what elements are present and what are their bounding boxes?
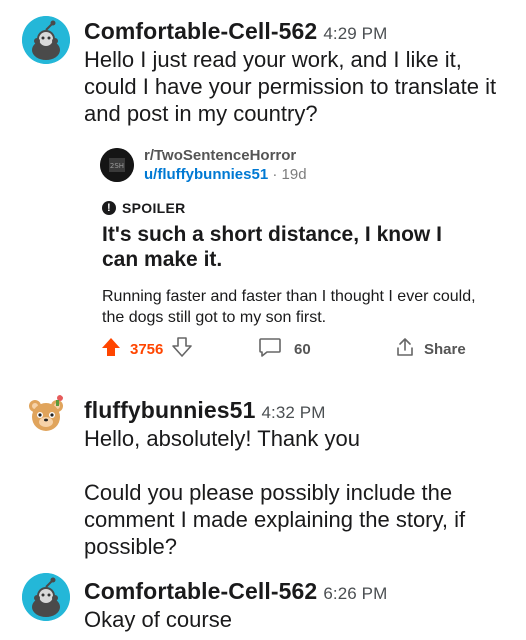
shared-post-card[interactable]: 2SH r/TwoSentenceHorror u/fluffybunnies5… xyxy=(84,138,494,368)
spoiler-tag: ! SPOILER xyxy=(102,200,186,216)
post-age-separator: · xyxy=(272,166,282,183)
spoiler-icon: ! xyxy=(102,201,116,215)
post-age: 19d xyxy=(281,166,307,183)
upvote-icon[interactable] xyxy=(100,336,122,362)
spoiler-label: SPOILER xyxy=(122,200,186,216)
comment-button[interactable]: 60 xyxy=(258,336,311,362)
message-time: 4:29 PM xyxy=(323,24,388,43)
post-body: Running faster and faster than I thought… xyxy=(102,288,476,326)
author-name[interactable]: fluffybunnies51 4:32 PM xyxy=(84,397,325,424)
message-text-2: Could you please possibly include the co… xyxy=(84,480,466,559)
author-label[interactable]: Comfortable-Cell-562 xyxy=(84,578,317,604)
message-time: 4:32 PM xyxy=(261,403,326,422)
bear-avatar-icon[interactable] xyxy=(22,390,70,438)
post-author[interactable]: u/fluffybunnies51 xyxy=(144,166,268,183)
subreddit-thumbnail-icon: 2SH xyxy=(100,148,134,182)
message-text: Hello, absolutely! Thank you xyxy=(84,426,360,451)
message-time: 6:26 PM xyxy=(323,584,388,603)
snoo-avatar-icon[interactable] xyxy=(22,16,70,64)
vote-count: 3756 xyxy=(130,340,164,358)
author-name[interactable]: Comfortable-Cell-562 6:26 PM xyxy=(84,578,387,605)
share-icon xyxy=(394,336,416,362)
subreddit-link[interactable]: r/TwoSentenceHorror xyxy=(144,147,296,164)
share-button[interactable]: Share xyxy=(394,336,466,362)
author-label[interactable]: Comfortable-Cell-562 xyxy=(84,18,317,44)
post-author-link[interactable]: u/fluffybunnies51 · 19d xyxy=(144,166,307,183)
message-text: Okay of course xyxy=(84,607,232,632)
comment-icon xyxy=(258,336,282,362)
svg-text:2SH: 2SH xyxy=(110,162,124,170)
post-title[interactable]: It's such a short distance, I know I can… xyxy=(102,222,482,272)
author-label[interactable]: fluffybunnies51 xyxy=(84,397,255,423)
message-text: Hello I just read your work, and I like … xyxy=(84,47,497,126)
comment-count: 60 xyxy=(294,340,311,358)
downvote-icon[interactable] xyxy=(171,336,193,362)
post-actions: 3756 60 Share xyxy=(100,336,490,362)
author-name[interactable]: Comfortable-Cell-562 4:29 PM xyxy=(84,18,387,45)
snoo-avatar-icon[interactable] xyxy=(22,573,70,621)
vote-group: 3756 xyxy=(100,336,193,362)
share-label: Share xyxy=(424,340,466,358)
